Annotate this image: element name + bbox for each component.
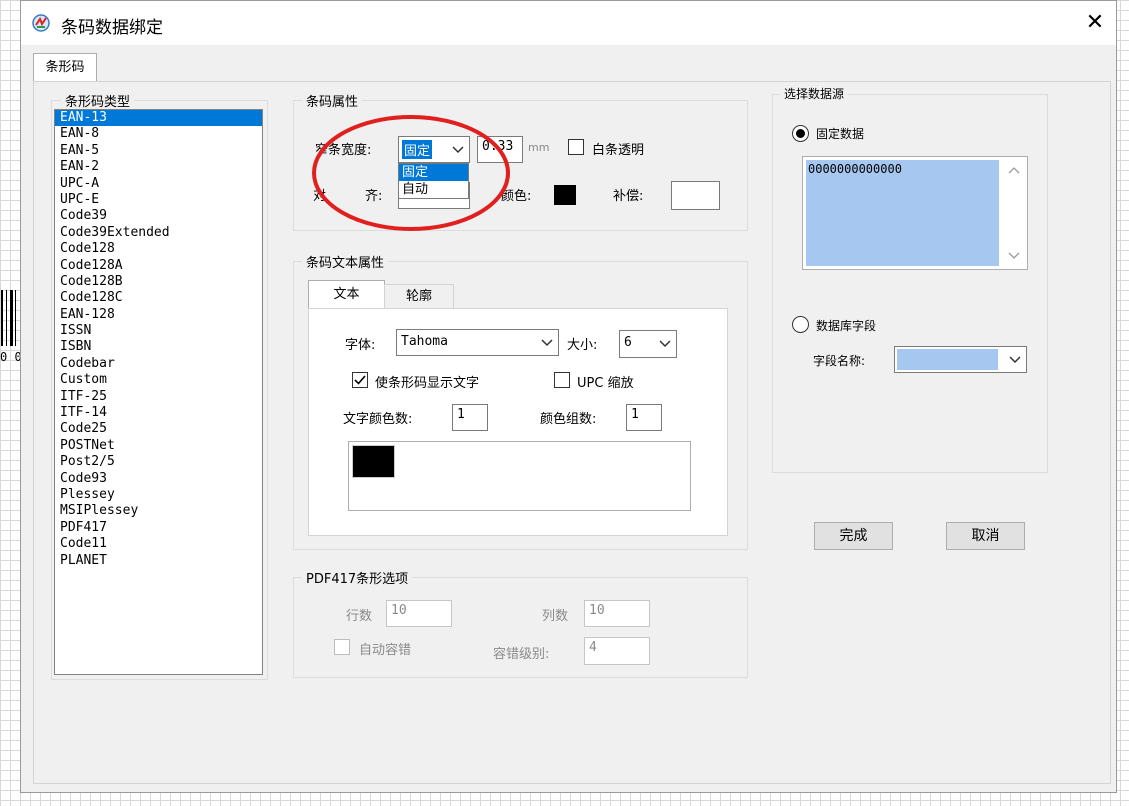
pdf417-group-title: PDF417条形选项 xyxy=(302,568,413,587)
barcode-type-item[interactable]: Custom xyxy=(55,372,262,388)
tab-text[interactable]: 文本 xyxy=(308,280,385,309)
barcode-type-item[interactable]: Code128C xyxy=(55,290,262,306)
size-label: 大小: xyxy=(567,338,598,353)
title-bar[interactable]: 条码数据绑定 ✕ xyxy=(21,1,1116,45)
barcode-type-item[interactable]: UPC-A xyxy=(55,176,262,192)
bar-color-swatch[interactable] xyxy=(554,185,576,205)
barcode-type-item[interactable]: Code128B xyxy=(55,274,262,290)
barcode-bars-icon xyxy=(1,290,16,346)
font-combo-value: Tahoma xyxy=(401,334,448,349)
app-icon xyxy=(31,13,51,33)
ok-button[interactable]: 完成 xyxy=(814,522,893,550)
text-color-count-input[interactable]: 1 xyxy=(452,404,488,431)
field-name-combo[interactable] xyxy=(894,346,1027,373)
tab-text-label: 文本 xyxy=(333,287,360,302)
color-group-input[interactable]: 1 xyxy=(626,404,662,431)
white-transparent-label: 白条透明 xyxy=(592,143,645,158)
chevron-down-icon xyxy=(536,330,558,355)
ec-level-input[interactable]: 4 xyxy=(584,637,650,665)
text-color-count-label: 文字颜色数: xyxy=(343,412,413,427)
scroll-down-icon[interactable] xyxy=(1008,252,1020,260)
barcode-type-item[interactable]: EAN-8 xyxy=(55,126,262,142)
unit-label: mm xyxy=(528,141,550,154)
tab-barcode-label: 条形码 xyxy=(45,60,85,75)
rows-label: 行数 xyxy=(346,609,373,624)
db-field-label: 数据库字段 xyxy=(816,319,877,333)
data-source-group-title: 选择数据源 xyxy=(780,85,849,102)
color-group-label: 颜色组数: xyxy=(540,412,597,427)
barcode-type-item[interactable]: ITF-14 xyxy=(55,405,262,421)
tab-outline[interactable]: 轮廓 xyxy=(384,284,454,309)
cols-input[interactable]: 10 xyxy=(584,600,650,627)
barcode-type-item[interactable]: Codebar xyxy=(55,356,262,372)
show-text-label: 使条形码显示文字 xyxy=(375,376,480,391)
barcode-type-item[interactable]: Code128 xyxy=(55,241,262,257)
chevron-down-icon xyxy=(1004,347,1026,372)
color-swatch-panel xyxy=(348,441,691,511)
size-combo[interactable]: 6 xyxy=(619,330,677,358)
textarea-scrollbar[interactable] xyxy=(1002,158,1026,268)
barcode-type-item[interactable]: Code93 xyxy=(55,471,262,487)
checkmark-icon xyxy=(354,375,366,385)
white-transparent-checkbox[interactable] xyxy=(568,139,584,155)
barcode-type-list[interactable]: EAN-13 EAN-8 EAN-5 EAN-2 UPC-A UPC-E Code39 Cod… xyxy=(54,109,263,675)
auto-ec-checkbox[interactable] xyxy=(334,639,350,655)
compensate-input[interactable] xyxy=(671,181,720,210)
barcode-type-item[interactable]: PDF417 xyxy=(55,520,262,536)
barcode-type-item[interactable]: MSIPlessey xyxy=(55,503,262,519)
cancel-button[interactable]: 取消 xyxy=(946,522,1025,550)
barcode-type-item[interactable]: EAN-2 xyxy=(55,159,262,175)
barcode-type-item[interactable]: ISBN xyxy=(55,339,262,355)
font-combo[interactable]: Tahoma xyxy=(396,329,559,356)
data-source-group xyxy=(772,94,1048,473)
tab-outline-label: 轮廓 xyxy=(405,289,432,304)
annotation-ellipse xyxy=(312,115,510,231)
barcode-type-item[interactable]: Plessey xyxy=(55,487,262,503)
field-name-highlight xyxy=(897,349,998,370)
barcode-type-item[interactable]: Post2/5 xyxy=(55,454,262,470)
barcode-type-item[interactable]: PLANET xyxy=(55,553,262,569)
fixed-data-textarea[interactable]: 0000000000000 xyxy=(802,156,1028,270)
barcode-type-item[interactable]: Code39 xyxy=(55,208,262,224)
field-name-label: 字段名称: xyxy=(813,354,866,368)
barcode-type-item[interactable]: EAN-128 xyxy=(55,307,262,323)
text-props-group-title: 条码文本属性 xyxy=(302,252,389,271)
chevron-down-icon xyxy=(654,331,676,357)
auto-ec-label: 自动容错 xyxy=(359,643,412,658)
cols-label: 列数 xyxy=(542,609,569,624)
barcode-props-group-title: 条码属性 xyxy=(302,91,363,110)
compensate-label: 补偿: xyxy=(613,189,644,204)
text-color-swatch[interactable] xyxy=(352,445,395,478)
close-icon[interactable]: ✕ xyxy=(1081,9,1109,37)
background-barcode-fragment xyxy=(0,290,20,350)
barcode-type-item[interactable]: Code39Extended xyxy=(55,225,262,241)
scroll-up-icon[interactable] xyxy=(1008,166,1020,174)
size-combo-value: 6 xyxy=(624,335,632,350)
tab-barcode[interactable]: 条形码 xyxy=(33,53,97,82)
barcode-type-group-title: 条形码类型 xyxy=(61,91,135,110)
barcode-type-item[interactable]: Code11 xyxy=(55,536,262,552)
fixed-data-value: 0000000000000 xyxy=(808,162,902,176)
fixed-data-radio[interactable] xyxy=(792,125,809,142)
ec-level-label: 容错级别: xyxy=(493,647,550,662)
font-label: 字体: xyxy=(345,338,376,353)
background-barcode-text: 0 0 xyxy=(0,350,22,364)
barcode-type-item[interactable]: POSTNet xyxy=(55,438,262,454)
barcode-type-item[interactable]: ITF-25 xyxy=(55,389,262,405)
window-title: 条码数据绑定 xyxy=(61,18,163,38)
show-text-checkbox[interactable] xyxy=(352,372,368,388)
upc-scale-checkbox[interactable] xyxy=(554,372,570,388)
fixed-data-label: 固定数据 xyxy=(816,127,865,141)
barcode-type-item[interactable]: ISSN xyxy=(55,323,262,339)
radio-selected-dot xyxy=(796,129,805,138)
barcode-type-item[interactable]: Code128A xyxy=(55,258,262,274)
upc-scale-label: UPC 缩放 xyxy=(577,376,634,391)
barcode-type-item[interactable]: EAN-5 xyxy=(55,143,262,159)
barcode-type-item[interactable]: Code25 xyxy=(55,421,262,437)
barcode-type-item[interactable]: EAN-13 xyxy=(55,110,262,127)
db-field-radio[interactable] xyxy=(792,316,809,333)
rows-input[interactable]: 10 xyxy=(386,600,452,627)
pdf417-group xyxy=(293,577,748,678)
barcode-type-item[interactable]: UPC-E xyxy=(55,192,262,208)
